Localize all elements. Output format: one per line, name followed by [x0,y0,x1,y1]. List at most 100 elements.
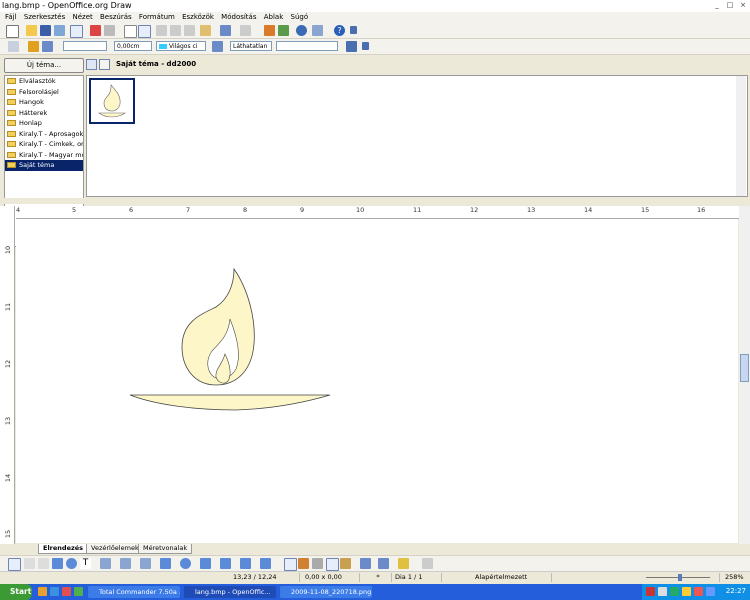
gallery-splitter[interactable] [0,198,750,204]
chart-icon[interactable] [264,25,275,36]
tab-layout[interactable]: Elrendezés [38,544,89,554]
points-icon[interactable] [284,558,297,571]
menu-insert[interactable]: Beszúrás [100,12,132,23]
theme-item-sounds[interactable]: Hangok [5,97,83,108]
scrollbar-thumb[interactable] [740,354,749,382]
undo-icon[interactable] [220,25,231,36]
curve-icon[interactable] [100,558,111,569]
area-fill-select[interactable] [276,41,338,51]
help-icon[interactable]: ? [334,25,345,36]
task-total-commander[interactable]: Total Commander 7.50a ... [88,586,180,598]
text-icon[interactable]: T [80,558,91,569]
task-openoffice-draw[interactable]: lang.bmp - OpenOffic... [184,586,276,598]
arrow-style-icon[interactable] [42,41,53,52]
callouts-icon[interactable] [240,558,251,569]
menu-file[interactable]: Fájl [5,12,17,23]
quicklaunch-opera-icon[interactable] [62,587,71,596]
line-icon[interactable] [28,41,39,52]
flame-drawing[interactable] [16,219,738,543]
theme-item-homepage[interactable]: Honlap [5,118,83,129]
line-width-input[interactable]: 0,00cm [114,41,152,51]
line-style-select[interactable] [63,41,107,51]
tray-icon[interactable] [682,587,691,596]
line-tool-icon[interactable] [24,558,35,569]
menu-tools[interactable]: Eszközök [182,12,214,23]
gallery-icon[interactable] [340,558,351,569]
clone-format-icon[interactable] [200,25,211,36]
table-icon[interactable] [278,25,289,36]
minimize-icon[interactable]: _ [712,1,722,10]
maximize-icon[interactable]: □ [725,1,735,10]
ellipse-icon[interactable] [66,558,77,569]
horizontal-ruler[interactable]: 4 5 6 7 8 9 10 11 12 13 14 15 16 [16,206,740,219]
quicklaunch-app-icon[interactable] [74,587,83,596]
block-arrows-icon[interactable] [200,558,211,569]
toolbar-options-icon[interactable] [350,26,357,34]
paste-icon[interactable] [184,25,195,36]
copy-icon[interactable] [170,25,181,36]
zoom-thumb[interactable] [678,574,682,581]
theme-item-bullets[interactable]: Felsorolásjel [5,87,83,98]
select-pointer-icon[interactable] [8,558,21,571]
icon-view-icon[interactable] [86,59,97,70]
theme-item-aprosagok[interactable]: Kiraly.T - Aprosagok [5,129,83,140]
tab-dimension-lines[interactable]: Méretvonalak [138,544,193,554]
tray-icon[interactable] [670,587,679,596]
flowchart-icon[interactable] [220,558,231,569]
close-icon[interactable]: × [738,1,748,10]
menu-view[interactable]: Nézet [72,12,92,23]
tab-controls[interactable]: Vezérlőelemek [86,544,144,554]
tray-icon[interactable] [658,587,667,596]
symbol-shapes-icon[interactable] [180,558,191,569]
volume-icon[interactable] [706,587,715,596]
basic-shapes-icon[interactable] [160,558,171,569]
mail-icon[interactable] [54,25,65,36]
new-theme-button[interactable]: Új téma... [4,58,84,73]
gallery-scrollbar[interactable] [736,76,746,196]
open-folder-icon[interactable] [26,25,37,36]
edit-mode-icon[interactable] [70,25,83,38]
zoom-slider[interactable] [636,573,720,582]
shadow-icon[interactable] [346,41,357,52]
quicklaunch-icon[interactable] [38,587,47,596]
stars-icon[interactable] [260,558,271,569]
menu-edit[interactable]: Szerkesztés [24,12,65,23]
redo-icon[interactable] [240,25,251,36]
area-icon[interactable] [212,41,223,52]
tray-icon[interactable] [646,587,655,596]
lines-arrows-icon[interactable] [140,558,151,569]
menu-format[interactable]: Formátum [139,12,175,23]
vertical-ruler[interactable]: 10 11 12 13 14 15 [0,206,15,544]
from-file-icon[interactable] [326,558,339,571]
print-icon[interactable] [104,25,115,36]
theme-item-magyar[interactable]: Kiraly.T - Magyar moti [5,150,83,161]
theme-item-cimkek[interactable]: Kiraly.T - Cimkek, orna [5,139,83,150]
cut-icon[interactable] [156,25,167,36]
menu-help[interactable]: Súgó [291,12,309,23]
arrow-line-icon[interactable] [38,558,49,569]
rotate-icon[interactable] [360,558,371,569]
theme-item-own[interactable]: Saját téma [5,160,83,171]
theme-item-separators[interactable]: Elválasztók [5,76,83,87]
menu-window[interactable]: Ablak [264,12,284,23]
tray-icon[interactable] [694,587,703,596]
area-style-select[interactable]: Láthatatlan [230,41,272,51]
fontwork-icon[interactable] [312,558,323,569]
styles-icon[interactable] [8,41,19,52]
gallery-thumbnail[interactable] [89,78,135,124]
save-icon[interactable] [40,25,51,36]
canvas-vertical-scrollbar[interactable] [739,206,750,544]
connector-icon[interactable] [120,558,131,569]
arrange-icon[interactable] [398,558,409,569]
extrusion-icon[interactable] [422,558,433,569]
drawing-canvas[interactable] [16,219,738,543]
glue-points-icon[interactable] [298,558,309,569]
zoom-icon[interactable] [312,25,323,36]
export-pdf-icon[interactable] [90,25,101,36]
new-document-icon[interactable] [6,25,19,38]
start-button[interactable]: Start [0,584,32,600]
toolbar-options-icon-2[interactable] [362,42,369,50]
theme-item-backgrounds[interactable]: Hátterek [5,108,83,119]
autospell-icon[interactable] [138,25,151,38]
line-color-select[interactable]: Világos ci [156,41,206,51]
